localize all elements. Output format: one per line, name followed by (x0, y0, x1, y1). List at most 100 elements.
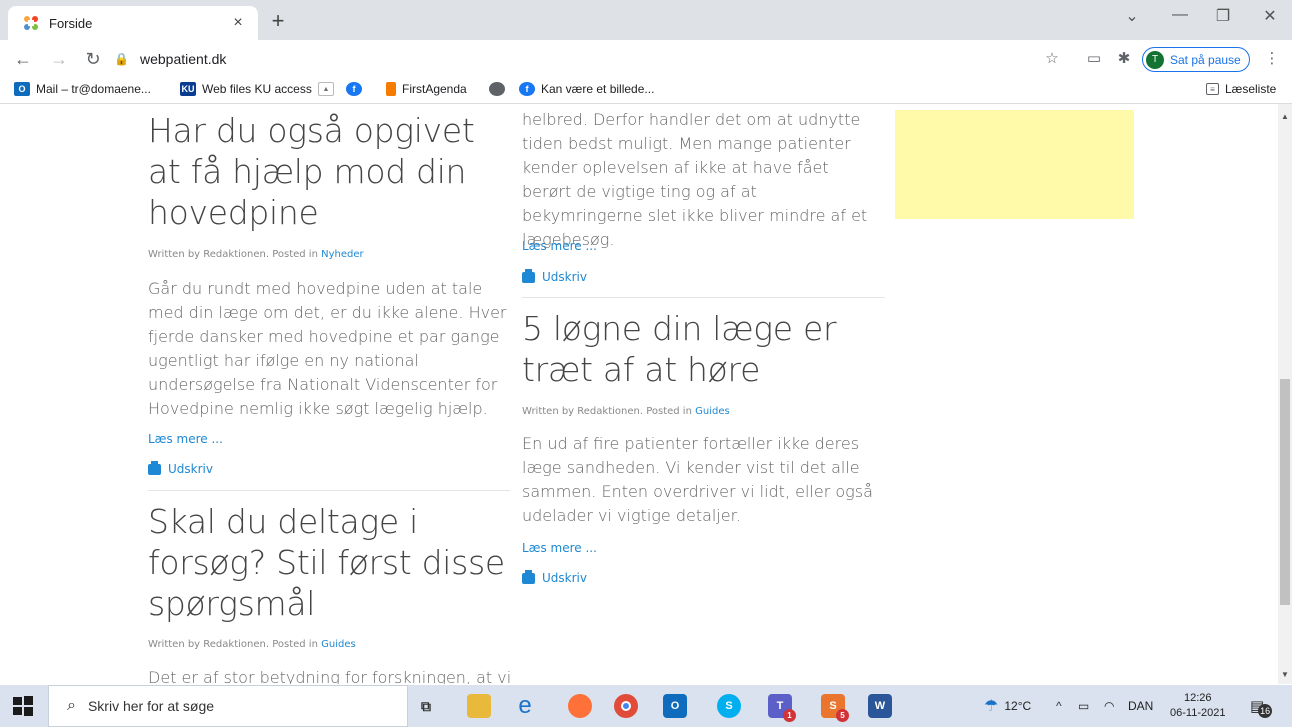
article-title[interactable]: 5 løgne din læge er træt af at høre (522, 308, 882, 390)
windows-start-icon[interactable] (12, 695, 34, 717)
menu-kebab-icon[interactable]: ⋮ (1262, 50, 1282, 68)
notification-count: 16 (1258, 704, 1273, 718)
reload-button[interactable]: ↻ (82, 49, 104, 69)
file-explorer-icon[interactable] (467, 694, 491, 718)
profile-avatar: T (1146, 50, 1164, 69)
article-body: helbred. Derfor handler det om at udnytt… (522, 110, 868, 249)
notifications-button[interactable]: ▤ 16 (1250, 685, 1273, 727)
print-link[interactable]: Udskriv (522, 268, 587, 284)
address-bar[interactable]: 🔒 webpatient.dk (114, 45, 1074, 73)
scroll-down-arrow-icon[interactable]: ▼ (1278, 670, 1292, 679)
restore-button[interactable]: ❐ (1208, 6, 1238, 26)
clock[interactable]: 12:26 06-11-2021 (1170, 685, 1225, 727)
clock-time: 12:26 (1183, 692, 1212, 704)
bookmark-star-icon[interactable]: ☆ (1042, 50, 1062, 68)
internet-explorer-icon[interactable]: e (513, 692, 537, 719)
page-viewport: Har du også opgivet at få hjælp mod din … (0, 104, 1278, 684)
teams-icon[interactable]: T1 (768, 694, 796, 722)
meta-text: Written by Redaktionen. Posted in (148, 639, 322, 650)
bookmark-facebook[interactable]: f (346, 82, 368, 96)
reading-list-label: Læseliste (1225, 82, 1277, 96)
print-link[interactable]: Udskriv (148, 460, 213, 476)
tab-title: Forside (49, 15, 93, 31)
divider (148, 490, 510, 491)
bookmark-mail[interactable]: O Mail – tr@domaene... (14, 82, 151, 96)
clock-date: 06-11-2021 (1170, 707, 1226, 719)
new-tab-button[interactable]: + (266, 9, 290, 33)
teams-badge: 1 (783, 709, 796, 722)
weather-temp: 12°C (1004, 699, 1032, 713)
bookmark-globe[interactable] (489, 82, 511, 96)
divider (522, 297, 885, 298)
facebook-icon: f (519, 82, 535, 96)
battery-icon[interactable]: ▭ (1078, 685, 1089, 727)
bookmark-label: Web files KU access (202, 82, 312, 96)
reader-mode-icon[interactable]: ▭ (1084, 50, 1104, 68)
site-logo-icon: ▲ (318, 82, 334, 96)
bookmark-unnamed-1[interactable]: ▲ (318, 82, 340, 96)
skype-badge: 5 (836, 709, 849, 722)
show-hidden-icons-icon[interactable]: ^ (1056, 685, 1062, 727)
printer-icon (148, 460, 161, 475)
firstagenda-icon (386, 82, 396, 96)
article-title[interactable]: Har du også opgivet at få hjælp mod din … (148, 110, 514, 233)
reading-list-button[interactable]: ≡ Læseliste (1206, 82, 1276, 96)
word-icon[interactable]: W (868, 694, 892, 718)
printer-icon (522, 268, 535, 283)
bookmark-ku-files[interactable]: KU Web files KU access (180, 82, 312, 96)
print-label: Udskriv (542, 270, 587, 284)
url-text: webpatient.dk (140, 51, 227, 67)
read-more-link[interactable]: Læs mere ... (522, 239, 597, 253)
chrome-icon[interactable] (614, 694, 638, 718)
bookmark-label: FirstAgenda (402, 82, 467, 96)
tab-forside[interactable]: Forside × (8, 6, 258, 40)
read-more-link[interactable]: Læs mere ... (522, 541, 597, 555)
scrollbar-thumb[interactable] (1280, 379, 1290, 605)
sidebar-yellow-box (895, 110, 1134, 219)
scroll-up-arrow-icon[interactable]: ▲ (1278, 112, 1292, 121)
wifi-icon[interactable]: ◠ (1104, 685, 1114, 727)
article-meta: Written by Redaktionen. Posted in Guides (148, 639, 514, 650)
article-trials: Skal du deltage i forsøg? Stil først dis… (148, 501, 514, 624)
page-scrollbar[interactable]: ▲ ▼ (1278, 104, 1292, 684)
minimize-button[interactable]: — (1165, 6, 1195, 24)
reading-list-icon: ≡ (1206, 83, 1219, 95)
article-title[interactable]: Skal du deltage i forsøg? Stil først dis… (148, 501, 514, 624)
print-link[interactable]: Udskriv (522, 569, 587, 585)
article-meta: Written by Redaktionen. Posted in Nyhede… (148, 249, 514, 260)
bookmark-firstagenda[interactable]: FirstAgenda (386, 82, 467, 96)
search-icon: ⌕ (67, 697, 76, 714)
lock-icon: 🔒 (114, 52, 129, 66)
printer-icon (522, 569, 535, 584)
extensions-puzzle-icon[interactable]: ✱ (1114, 50, 1134, 68)
print-label: Udskriv (168, 462, 213, 476)
tab-search-chevron-icon[interactable]: ⌄ (1117, 6, 1147, 26)
weather-widget[interactable]: ☂ 12°C (984, 685, 1031, 727)
joomla-favicon-icon (22, 14, 40, 32)
bookmark-label: Kan være et billede... (541, 82, 655, 96)
profile-status-label: Sat på pause (1170, 52, 1241, 67)
input-language[interactable]: DAN (1128, 685, 1153, 727)
read-more-link[interactable]: Læs mere ... (148, 432, 223, 446)
skype-business-icon[interactable]: S5 (821, 694, 849, 722)
browser-toolbar: ← → ↻ 🔒 webpatient.dk ☆ ▭ ✱ T Sat på pau… (0, 40, 1292, 78)
firefox-icon[interactable] (568, 694, 592, 718)
taskbar-search-input[interactable]: ⌕ Skriv her for at søge (48, 685, 408, 727)
outlook-icon: O (14, 82, 30, 96)
skype-icon[interactable]: S (717, 694, 741, 718)
meta-text: Written by Redaktionen. Posted in (148, 249, 322, 260)
task-view-icon[interactable]: ⧉ (414, 694, 438, 718)
forward-button[interactable]: → (48, 49, 70, 69)
category-link[interactable]: Guides (695, 406, 730, 417)
article-lies: 5 løgne din læge er træt af at høre (522, 308, 882, 390)
article-meta: Written by Redaktionen. Posted in Guides (522, 406, 882, 417)
tab-close-icon[interactable]: × (228, 14, 248, 32)
profile-button[interactable]: T Sat på pause (1142, 47, 1250, 72)
bookmark-facebook-image[interactable]: f Kan være et billede... (519, 82, 654, 96)
category-link[interactable]: Nyheder (321, 249, 364, 260)
outlook-icon[interactable]: O (663, 694, 687, 718)
back-button[interactable]: ← (12, 49, 34, 69)
article-body: Det er af stor betydning for forskningen… (148, 668, 512, 684)
close-window-button[interactable]: ✕ (1255, 6, 1285, 26)
category-link[interactable]: Guides (321, 639, 356, 650)
